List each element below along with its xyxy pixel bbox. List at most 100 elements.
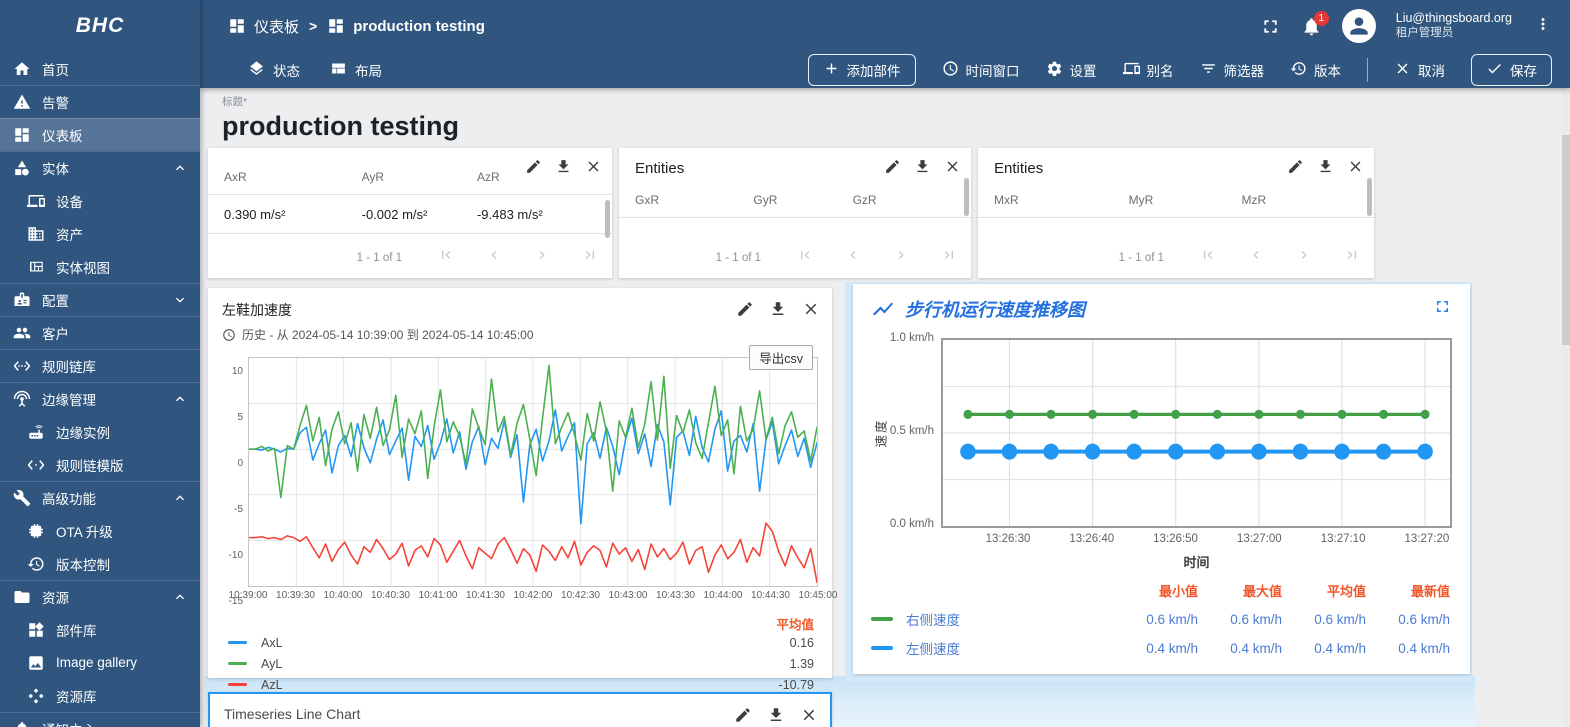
sidebar-item-rule-chains[interactable]: 规则链库: [0, 349, 200, 382]
sidebar-item-devices[interactable]: 设备: [0, 184, 200, 217]
expand-widget-button[interactable]: [1433, 297, 1452, 321]
save-button[interactable]: 保存: [1471, 54, 1552, 86]
sidebar-item-advanced-features[interactable]: 高级功能: [0, 481, 200, 514]
widget-scrollbar-thumb[interactable]: [964, 178, 969, 216]
sidebar-item-label: 版本控制: [56, 557, 110, 573]
sidebar-item-edge-management[interactable]: 边缘管理: [0, 382, 200, 415]
next-page-button[interactable]: [1296, 247, 1312, 268]
close-widget-icon[interactable]: [944, 158, 961, 180]
breadcrumb-current-dashboard[interactable]: production testing: [327, 17, 485, 35]
dashboards-icon: [228, 17, 246, 35]
sidebar-item-resources[interactable]: 资源: [0, 580, 200, 613]
export-csv-button[interactable]: 导出csv: [749, 345, 813, 370]
column-header[interactable]: GxR: [635, 193, 753, 207]
previous-page-button[interactable]: [845, 247, 861, 268]
column-header[interactable]: MzR: [1242, 193, 1358, 207]
last-page-button[interactable]: [1344, 247, 1360, 268]
edit-widget-icon[interactable]: [736, 300, 754, 318]
widget-scrollbar-thumb[interactable]: [1367, 178, 1372, 216]
notifications-button[interactable]: 1: [1301, 10, 1329, 37]
scrollbar-thumb[interactable]: [1562, 135, 1570, 345]
settings-button[interactable]: 设置: [1046, 60, 1097, 80]
series-marker: [228, 683, 247, 686]
accel-plot-area: 导出csv: [248, 345, 818, 587]
edit-widget-icon[interactable]: [1287, 158, 1304, 180]
edit-widget-icon[interactable]: [884, 158, 901, 180]
legend-row[interactable]: 左侧速度: [871, 638, 1114, 658]
page-scrollbar[interactable]: [1562, 88, 1570, 727]
column-header[interactable]: MyR: [1129, 193, 1242, 207]
sidebar-item-ota-updates[interactable]: OTA 升级: [0, 514, 200, 547]
download-widget-icon[interactable]: [769, 300, 787, 318]
chevron-up-icon[interactable]: [172, 391, 188, 412]
download-widget-icon[interactable]: [1317, 158, 1334, 180]
sidebar-item-image-gallery[interactable]: Image gallery: [0, 646, 200, 679]
sidebar-item-profiles[interactable]: 配置: [0, 283, 200, 316]
column-header[interactable]: MxR: [994, 193, 1129, 207]
last-page-button[interactable]: [582, 247, 598, 268]
download-widget-icon[interactable]: [767, 706, 785, 724]
first-page-button[interactable]: [438, 247, 454, 268]
fullscreen-button[interactable]: [1260, 16, 1281, 37]
aliases-button[interactable]: 别名: [1122, 60, 1174, 80]
column-header[interactable]: AyR: [362, 170, 477, 184]
add-widget-button[interactable]: 添加部件: [807, 54, 916, 86]
sidebar-item-home[interactable]: 首页: [0, 52, 200, 85]
table-row[interactable]: 0.390 m/s² -0.002 m/s² -9.483 m/s²: [208, 207, 612, 222]
sidebar-item-widgets-library[interactable]: 部件库: [0, 613, 200, 646]
legend-row[interactable]: AxL 0.16: [228, 632, 814, 653]
chevron-down-icon[interactable]: [172, 292, 188, 313]
next-page-button[interactable]: [534, 247, 550, 268]
widget-scrollbar-thumb[interactable]: [605, 200, 610, 238]
versions-button[interactable]: 版本: [1290, 60, 1341, 80]
next-page-button[interactable]: [893, 247, 909, 268]
more-menu-button[interactable]: [1532, 15, 1554, 38]
sidebar-item-entities[interactable]: 实体: [0, 151, 200, 184]
sidebar-item-rule-chain-templates[interactable]: 规则链模版: [0, 448, 200, 481]
edit-widget-icon[interactable]: [525, 158, 542, 180]
chevron-up-icon[interactable]: [172, 589, 188, 610]
legend-row[interactable]: AyL 1.39: [228, 653, 814, 674]
download-widget-icon[interactable]: [914, 158, 931, 180]
sidebar-item-alarms[interactable]: 告警: [0, 85, 200, 118]
sidebar-item-customers[interactable]: 客户: [0, 316, 200, 349]
first-page-button[interactable]: [797, 247, 813, 268]
close-widget-icon[interactable]: [800, 706, 818, 724]
brand-logo: BHC: [75, 14, 125, 37]
x-tick-label: 10:42:00: [513, 590, 553, 601]
last-page-button[interactable]: [941, 247, 957, 268]
download-widget-icon[interactable]: [555, 158, 572, 180]
column-header[interactable]: AxR: [224, 170, 362, 184]
time-window-button[interactable]: 时间窗口: [942, 60, 1020, 80]
close-widget-icon[interactable]: [1347, 158, 1364, 180]
toolbar-tab-states[interactable]: 状态: [248, 60, 300, 80]
timewindow-subtitle[interactable]: 历史 - 从 2024-05-14 10:39:00 到 2024-05-14 …: [222, 326, 818, 343]
sidebar-item-edge-instances[interactable]: 边缘实例: [0, 415, 200, 448]
sidebar-item-dashboards[interactable]: 仪表板: [0, 118, 200, 151]
sidebar-item-version-control[interactable]: 版本控制: [0, 547, 200, 580]
widget-title: 左鞋加速度: [222, 302, 292, 318]
sidebar-item-resource-library[interactable]: 资源库: [0, 679, 200, 712]
legend-row[interactable]: 右侧速度: [871, 609, 1114, 629]
user-info[interactable]: Liu@thingsboard.org 租户管理员: [1396, 11, 1512, 41]
filters-button[interactable]: 筛选器: [1200, 60, 1264, 80]
first-page-button[interactable]: [1200, 247, 1216, 268]
edit-widget-icon[interactable]: [734, 706, 752, 724]
breadcrumb-dashboards[interactable]: 仪表板: [228, 16, 299, 37]
sidebar-item-notification-center[interactable]: 通知中心: [0, 712, 200, 727]
sidebar-item-entity-views[interactable]: 实体视图: [0, 250, 200, 283]
sidebar-item-assets[interactable]: 资产: [0, 217, 200, 250]
close-widget-icon[interactable]: [802, 300, 820, 318]
fullscreen-icon: [1433, 297, 1452, 316]
column-header[interactable]: GzR: [853, 193, 955, 207]
toolbar-tab-layouts[interactable]: 布局: [330, 60, 382, 80]
dashboard-title-field[interactable]: 标题* production testing: [222, 94, 459, 142]
chevron-up-icon[interactable]: [172, 490, 188, 511]
user-avatar[interactable]: [1341, 9, 1376, 43]
previous-page-button[interactable]: [486, 247, 502, 268]
previous-page-button[interactable]: [1248, 247, 1264, 268]
column-header[interactable]: GyR: [753, 193, 852, 207]
chevron-up-icon[interactable]: [172, 160, 188, 181]
close-widget-icon[interactable]: [585, 158, 602, 180]
cancel-button[interactable]: 取消: [1394, 60, 1445, 80]
